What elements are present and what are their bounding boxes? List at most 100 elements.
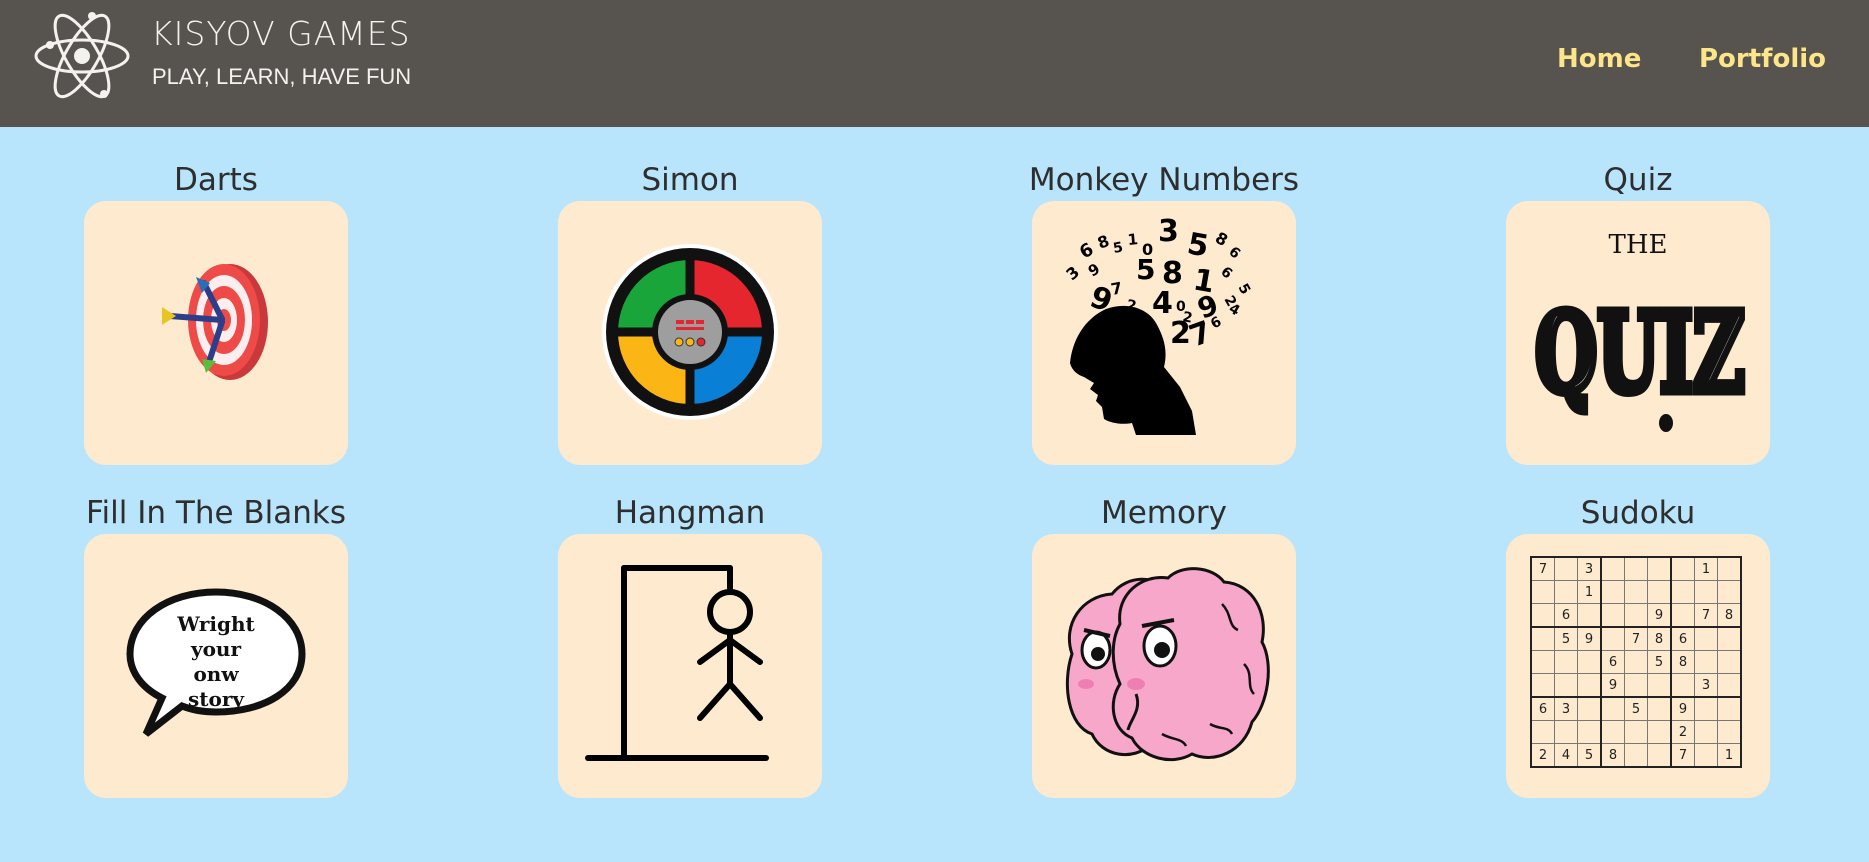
digit-mark: 6 xyxy=(1225,244,1243,263)
sudoku-cell xyxy=(1694,626,1718,651)
digit-mark: 5 xyxy=(1112,239,1124,256)
sudoku-cell: 7 xyxy=(1694,603,1718,628)
sudoku-cell xyxy=(1717,626,1742,651)
sudoku-cell xyxy=(1624,673,1648,698)
sudoku-cell xyxy=(1530,603,1555,628)
sudoku-cell: 9 xyxy=(1600,673,1625,698)
sudoku-cell xyxy=(1577,720,1602,744)
game-card[interactable] xyxy=(558,201,822,465)
sudoku-cell xyxy=(1530,626,1555,651)
sudoku-cell: 1 xyxy=(1577,580,1602,604)
sudoku-cell: 5 xyxy=(1647,650,1672,674)
sudoku-row: 73 1 xyxy=(1530,556,1742,581)
sudoku-row: 2458 71 xyxy=(1530,743,1742,768)
sudoku-cell xyxy=(1530,673,1555,698)
site-header: KISYOV GAMES PLAY, LEARN, HAVE FUN Home … xyxy=(0,0,1869,127)
simon-game-icon xyxy=(602,244,778,420)
sudoku-cell xyxy=(1717,556,1742,581)
sudoku-grid-icon: 73116978597866589363592245871 xyxy=(1530,556,1742,768)
game-card[interactable] xyxy=(84,201,348,465)
sudoku-cell xyxy=(1647,556,1672,581)
sudoku-cell xyxy=(1554,580,1578,604)
game-card[interactable] xyxy=(558,534,822,798)
sudoku-cell: 3 xyxy=(1554,696,1578,721)
digit-mark: 5 xyxy=(1136,253,1155,286)
bubble-line: story xyxy=(188,687,244,711)
digit-mark: 6 xyxy=(1076,239,1097,263)
nav-portfolio-link[interactable]: Portfolio xyxy=(1699,44,1826,74)
game-title: Sudoku xyxy=(1580,495,1696,531)
sudoku-row: 2 xyxy=(1530,720,1742,744)
speech-bubble-text: Wright your onw story xyxy=(146,612,286,712)
game-title: Hangman xyxy=(614,495,766,531)
sudoku-row: 6 978 xyxy=(1530,603,1742,628)
sudoku-cell: 7 xyxy=(1530,556,1555,581)
digit-mark: 1 xyxy=(1127,230,1139,249)
sudoku-cell xyxy=(1694,696,1718,721)
brain-icon xyxy=(1065,567,1270,762)
sudoku-row: 1 xyxy=(1530,580,1742,604)
bubble-line: Wright xyxy=(177,612,255,636)
sudoku-cell xyxy=(1717,720,1742,744)
sudoku-cell xyxy=(1647,696,1672,721)
digit-mark: 3 xyxy=(1062,262,1083,284)
sudoku-cell xyxy=(1670,580,1695,604)
sudoku-cell: 9 xyxy=(1647,603,1672,628)
sudoku-cell xyxy=(1647,743,1672,768)
sudoku-cell xyxy=(1577,696,1602,721)
sudoku-cell xyxy=(1554,556,1578,581)
sudoku-cell: 9 xyxy=(1670,696,1695,721)
digit-mark: 3 xyxy=(1158,214,1179,249)
game-title: Simon xyxy=(641,162,739,198)
sudoku-cell: 5 xyxy=(1624,696,1648,721)
sudoku-cell: 6 xyxy=(1600,650,1625,674)
sudoku-cell xyxy=(1624,603,1648,628)
game-card[interactable]: Wright your onw story xyxy=(84,534,348,798)
sudoku-cell xyxy=(1670,603,1695,628)
digit-mark: 6 xyxy=(1217,264,1235,283)
sudoku-cell xyxy=(1647,673,1672,698)
sudoku-cell xyxy=(1600,626,1625,651)
gallows-icon xyxy=(585,565,769,761)
game-card[interactable] xyxy=(1032,534,1296,798)
sudoku-cell: 8 xyxy=(1670,650,1695,674)
sudoku-cell xyxy=(1694,720,1718,744)
sudoku-cell xyxy=(1624,580,1648,604)
bubble-line: your xyxy=(190,637,242,661)
game-title: Monkey Numbers xyxy=(1028,162,1300,198)
sudoku-cell xyxy=(1600,603,1625,628)
quiz-logo-icon: THE QUIZ QUIZ xyxy=(1531,230,1750,432)
game-title: Memory xyxy=(1100,495,1228,531)
sudoku-cell xyxy=(1600,720,1625,744)
digit-mark: 8 xyxy=(1095,231,1112,253)
sudoku-cell: 6 xyxy=(1530,696,1555,721)
sudoku-cell xyxy=(1600,580,1625,604)
digit-mark: 9 xyxy=(1085,260,1103,281)
game-card[interactable]: 68510358639581625792409427269 xyxy=(1032,201,1296,465)
sudoku-cell xyxy=(1554,720,1578,744)
sudoku-cell xyxy=(1694,580,1718,604)
sudoku-cell xyxy=(1554,673,1578,698)
brand-title[interactable]: KISYOV GAMES xyxy=(151,14,411,53)
sudoku-cell: 6 xyxy=(1670,626,1695,651)
sudoku-cell xyxy=(1694,650,1718,674)
bubble-line: onw xyxy=(193,662,239,686)
sudoku-cell xyxy=(1530,580,1555,604)
atom-icon[interactable] xyxy=(32,10,132,103)
sudoku-cell xyxy=(1717,580,1742,604)
sudoku-cell xyxy=(1577,673,1602,698)
game-card[interactable]: THE QUIZ QUIZ xyxy=(1506,201,1770,465)
digit-mark: 5 xyxy=(1185,226,1212,264)
sudoku-cell: 8 xyxy=(1647,626,1672,651)
game-card[interactable]: 73116978597866589363592245871 xyxy=(1506,534,1770,798)
sudoku-cell xyxy=(1554,650,1578,674)
sudoku-cell: 7 xyxy=(1670,743,1695,768)
sudoku-cell xyxy=(1647,580,1672,604)
brand-tagline: PLAY, LEARN, HAVE FUN xyxy=(152,64,412,89)
sudoku-row: 63 59 xyxy=(1530,696,1742,721)
sudoku-cell xyxy=(1717,650,1742,674)
sudoku-cell xyxy=(1624,650,1648,674)
nav-home-link[interactable]: Home xyxy=(1557,44,1641,74)
sudoku-row: 658 xyxy=(1530,650,1742,674)
sudoku-cell xyxy=(1670,673,1695,698)
